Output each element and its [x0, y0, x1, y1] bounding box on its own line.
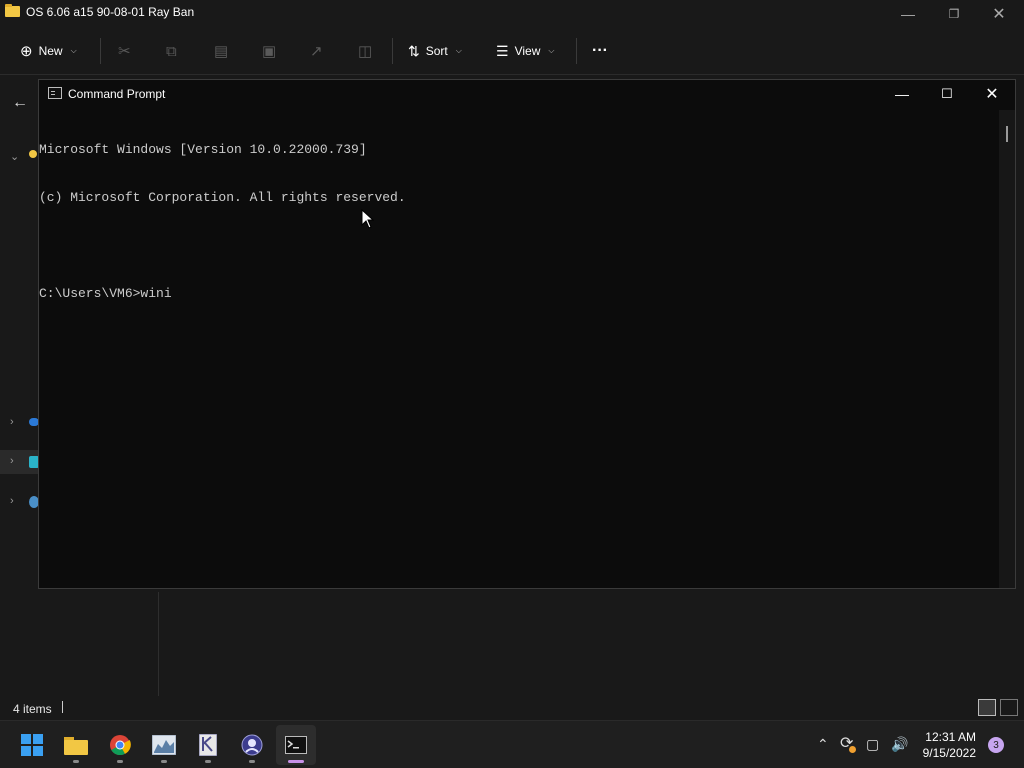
console-line: Microsoft Windows [Version 10.0.22000.73… [39, 142, 367, 157]
clock-date: 9/15/2022 [922, 746, 976, 760]
explorer-titlebar: OS 6.06 a15 90-08-01 Ray Ban — ❐ ✕ [0, 0, 1024, 28]
chevron-right-icon[interactable]: › [10, 495, 14, 507]
taskbar-app-badge[interactable] [232, 725, 272, 765]
plus-circle-icon: ⊕ [20, 43, 33, 60]
share-icon[interactable]: ↗ [310, 38, 323, 64]
running-indicator [117, 760, 123, 763]
scroll-thumb[interactable] [1006, 126, 1008, 142]
volume-icon[interactable]: 🔊 [891, 736, 908, 753]
cmd-titlebar[interactable]: Command Prompt — ☐ ✕ [39, 80, 1015, 108]
status-bar: 4 items [0, 696, 1024, 720]
file-explorer-icon [64, 737, 88, 755]
clock-time: 12:31 AM [925, 730, 976, 744]
taskbar-chrome[interactable] [100, 725, 140, 765]
explorer-minimize-button[interactable]: — [885, 0, 931, 28]
sort-icon: ⇅ [408, 42, 420, 59]
explorer-toolbar: ⊕ New ⌵ ✂ ⧉ ▤ ▣ ↗ ◫ ⇅ Sort ⌵ ☰ View ⌵ ··… [0, 28, 1024, 75]
star-icon [29, 150, 37, 158]
running-indicator [249, 760, 255, 763]
details-view-button[interactable] [978, 699, 996, 716]
explorer-title: OS 6.06 a15 90-08-01 Ray Ban [26, 5, 195, 19]
cmd-maximize-button[interactable]: ☐ [924, 80, 970, 108]
delete-icon[interactable]: ◫ [358, 38, 372, 64]
view-label: View [514, 44, 541, 58]
cmd-minimize-button[interactable]: — [879, 80, 925, 108]
chrome-icon [110, 735, 131, 756]
sort-button[interactable]: ⇅ Sort ⌵ [408, 38, 462, 64]
console-output[interactable]: Microsoft Windows [Version 10.0.22000.73… [39, 110, 1001, 588]
rename-icon[interactable]: ▣ [262, 38, 276, 64]
editor-app-icon [199, 734, 217, 756]
item-count: 4 items [13, 702, 52, 716]
console-line: C:\Users\VM6>wini [39, 286, 172, 301]
taskbar-app-chart[interactable] [144, 725, 184, 765]
command-prompt-icon [48, 87, 62, 99]
terminal-icon [285, 736, 307, 754]
view-button[interactable]: ☰ View ⌵ [496, 38, 554, 64]
cmd-close-button[interactable]: ✕ [969, 80, 1015, 108]
chevron-right-icon[interactable]: › [10, 416, 14, 428]
new-button[interactable]: ⊕ New ⌵ [20, 38, 77, 64]
sidebar-item-this-pc[interactable]: › [0, 450, 39, 474]
sync-warning-dot [849, 746, 856, 753]
console-line: (c) Microsoft Corporation. All rights re… [39, 190, 406, 205]
cmd-title: Command Prompt [68, 87, 166, 101]
command-prompt-window[interactable]: Command Prompt — ☐ ✕ Microsoft Windows [… [38, 79, 1016, 589]
tiles-view-button[interactable] [1000, 699, 1018, 716]
copy-icon[interactable]: ⧉ [166, 38, 177, 64]
mouse-pointer-icon [361, 209, 374, 229]
console-scrollbar[interactable] [999, 110, 1015, 588]
new-label: New [38, 44, 63, 58]
chart-app-icon [152, 735, 176, 755]
notification-badge[interactable]: 3 [988, 737, 1004, 753]
chevron-down-icon: ⌵ [455, 46, 462, 55]
cut-icon[interactable]: ✂ [118, 38, 131, 64]
running-indicator [161, 760, 167, 763]
toolbar-separator [100, 38, 101, 64]
explorer-restore-button[interactable]: ❐ [931, 0, 977, 28]
paste-icon[interactable]: ▤ [214, 38, 228, 64]
sort-label: Sort [425, 44, 448, 58]
running-indicator [73, 760, 79, 763]
view-icon: ☰ [496, 42, 509, 59]
start-button[interactable] [12, 725, 52, 765]
toolbar-separator [576, 38, 577, 64]
more-options-button[interactable]: ··· [592, 38, 608, 64]
windows-logo-icon [21, 734, 43, 756]
chevron-down-icon[interactable]: ⌄ [10, 150, 19, 163]
chevron-down-icon: ⌵ [70, 46, 77, 55]
show-hidden-icons-chevron-up-icon[interactable]: ⌃ [817, 736, 829, 753]
toolbar-separator [392, 38, 393, 64]
taskbar-command-prompt[interactable] [276, 725, 316, 765]
status-separator [62, 701, 63, 713]
explorer-close-button[interactable]: ✕ [976, 0, 1022, 28]
folder-icon [5, 4, 20, 17]
active-indicator [288, 760, 304, 763]
badge-app-icon [241, 734, 263, 756]
chevron-down-icon: ⌵ [548, 46, 555, 55]
taskbar-file-explorer[interactable] [56, 725, 96, 765]
back-arrow-icon[interactable]: ← [12, 94, 28, 112]
taskbar-app-editor[interactable] [188, 725, 228, 765]
chevron-right-icon: › [10, 455, 14, 467]
taskbar: ⌃ ⟳ ▢ 🔊 12:31 AM 9/15/2022 3 [0, 720, 1024, 768]
running-indicator [205, 760, 211, 763]
pane-divider[interactable] [158, 592, 159, 696]
network-icon[interactable]: ▢ [866, 736, 879, 753]
system-clock[interactable]: 12:31 AM 9/15/2022 [923, 729, 976, 761]
